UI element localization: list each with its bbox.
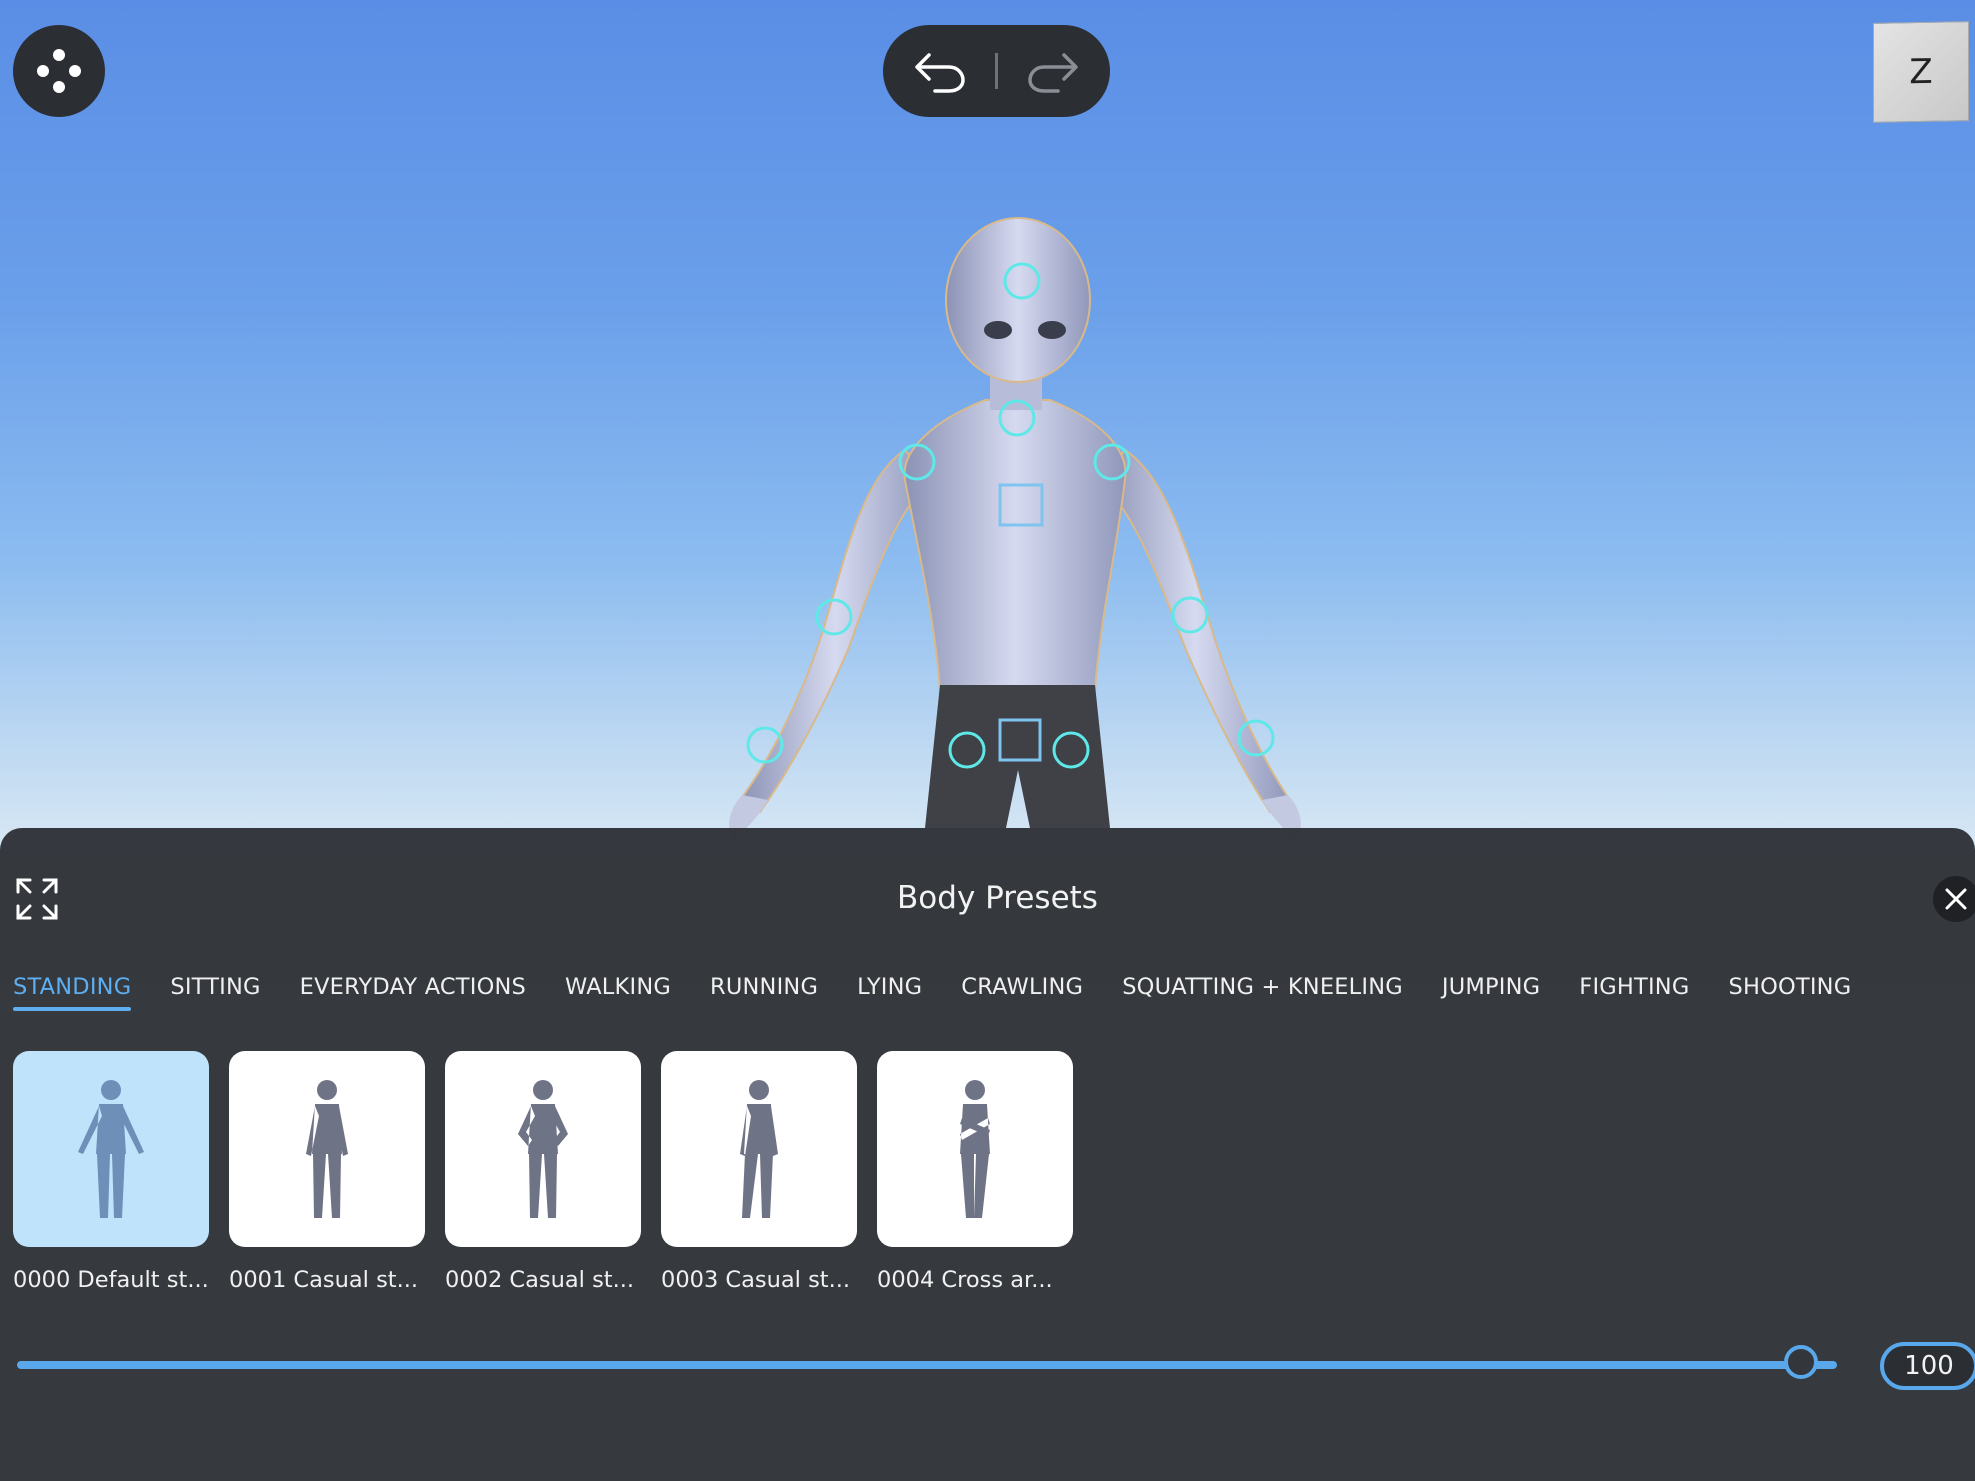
move-dots-icon — [37, 49, 81, 93]
tab-walking[interactable]: WALKING — [565, 974, 671, 1008]
preset-label: 0004 Cross ar... — [877, 1267, 1053, 1293]
preset-label: 0001 Casual st... — [229, 1267, 419, 1293]
axis-label: Z — [1909, 51, 1933, 93]
slider-handle[interactable] — [1783, 1345, 1818, 1379]
view-orientation-cube[interactable]: Z — [1873, 21, 1969, 123]
slider-value-field[interactable]: 100 — [1880, 1342, 1975, 1390]
tab-lying[interactable]: LYING — [857, 974, 922, 1008]
preset-thumbnail — [661, 1051, 857, 1247]
preset-card[interactable]: 0002 Casual st... — [445, 1051, 641, 1293]
tab-crawling[interactable]: CRAWLING — [961, 974, 1083, 1008]
tab-standing[interactable]: STANDING — [13, 974, 132, 1011]
tab-running[interactable]: RUNNING — [710, 974, 818, 1008]
intensity-slider[interactable] — [17, 1345, 1837, 1379]
figure-thumbnail-icon — [78, 1080, 144, 1218]
preset-label: 0002 Casual st... — [445, 1267, 635, 1293]
tab-shooting[interactable]: SHOOTING — [1728, 974, 1851, 1008]
tab-fighting[interactable]: FIGHTING — [1579, 974, 1689, 1008]
preset-card[interactable]: 0004 Cross ar... — [877, 1051, 1073, 1293]
tab-jumping[interactable]: JUMPING — [1442, 974, 1540, 1008]
preset-label: 0000 Default st... — [13, 1267, 209, 1293]
tab-sitting[interactable]: SITTING — [170, 974, 260, 1008]
transform-menu-button[interactable] — [13, 25, 105, 117]
preset-card[interactable]: 0003 Casual st... — [661, 1051, 857, 1293]
preset-thumbnail — [13, 1051, 209, 1247]
history-controls — [883, 25, 1110, 117]
panel-title: Body Presets — [897, 880, 1098, 916]
figure-thumbnail-icon — [740, 1080, 778, 1218]
tab-everyday-actions[interactable]: EVERYDAY ACTIONS — [300, 974, 526, 1008]
body-presets-panel: Body Presets STANDING SITTING EVERYDAY ACT… — [0, 828, 1975, 1481]
preset-label: 0003 Casual st... — [661, 1267, 851, 1293]
figure-thumbnail-icon — [960, 1080, 990, 1218]
preset-thumbnail — [445, 1051, 641, 1247]
redo-arrow-icon[interactable] — [1024, 47, 1080, 95]
close-icon — [1945, 888, 1967, 910]
divider — [995, 53, 998, 89]
tab-squatting-kneeling[interactable]: SQUATTING + KNEELING — [1122, 974, 1403, 1008]
preset-card[interactable]: 0001 Casual st... — [229, 1051, 425, 1293]
preset-thumbnail — [229, 1051, 425, 1247]
figure-thumbnail-icon — [306, 1080, 348, 1218]
undo-arrow-icon[interactable] — [913, 47, 969, 95]
preset-thumbnail — [877, 1051, 1073, 1247]
preset-card[interactable]: 0000 Default st... — [13, 1051, 209, 1293]
category-tabs: STANDING SITTING EVERYDAY ACTIONS WALKING RU… — [13, 974, 1890, 1024]
close-button[interactable] — [1933, 876, 1975, 922]
figure-thumbnail-icon — [518, 1080, 568, 1218]
